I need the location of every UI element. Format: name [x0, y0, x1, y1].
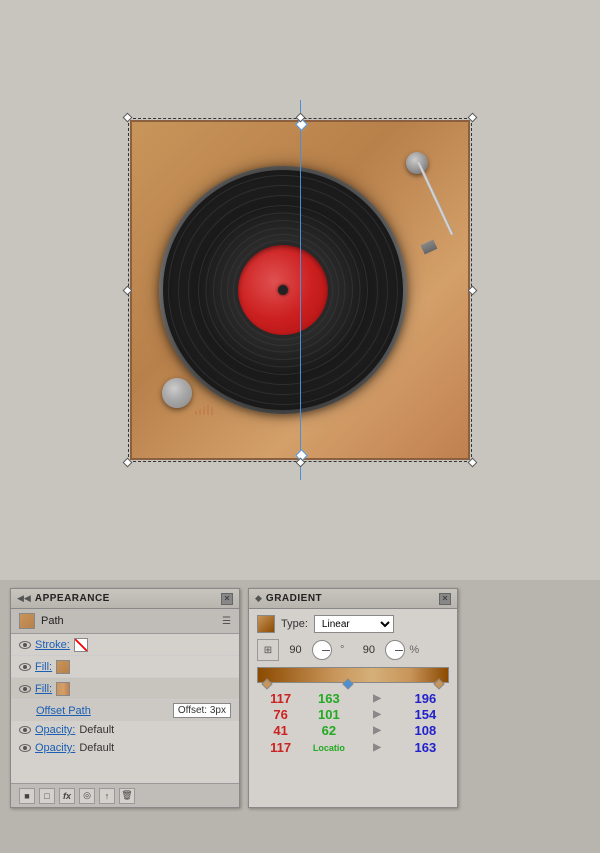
fill-row-2: Fill:	[11, 678, 239, 700]
gradient-options-button[interactable]: ⊞	[257, 639, 279, 661]
stroke-none-swatch[interactable]	[74, 638, 88, 652]
loc-b1: 163	[402, 740, 449, 755]
location-text: Locatio	[305, 740, 352, 755]
arrow-icon-4: ▶	[354, 740, 401, 755]
duplicate-button[interactable]: ◎	[79, 788, 95, 804]
stroke-visibility-icon[interactable]	[19, 641, 31, 649]
stroke-row: Stroke:	[11, 634, 239, 656]
gradient-titlebar: ◆ GRADIENT ✕	[249, 589, 457, 609]
gradient-content: Type: Linear ⊞ 90 ° 90 %	[249, 609, 457, 761]
loc-r1: 117	[257, 740, 304, 755]
opacity-row-2: Opacity: Default	[11, 739, 239, 757]
opacity1-visibility-icon[interactable]	[19, 726, 31, 734]
tonearm-arm	[417, 161, 454, 235]
opacity1-label[interactable]: Opacity:	[35, 724, 75, 736]
path-label: Path	[41, 615, 64, 627]
angle-circle[interactable]	[312, 640, 332, 660]
fx-button[interactable]: fx	[59, 788, 75, 804]
offset-path-link[interactable]: Offset Path	[36, 705, 91, 717]
location-value: 90	[356, 644, 381, 656]
fill1-label[interactable]: Fill:	[35, 661, 52, 673]
fill2-gradient-swatch[interactable]	[56, 682, 70, 696]
appearance-close-button[interactable]: ✕	[221, 593, 233, 605]
location-label: °	[340, 644, 344, 656]
opacity2-value: Default	[79, 742, 114, 754]
fill2-label[interactable]: Fill:	[35, 683, 52, 695]
color-r1: 117	[257, 691, 304, 706]
gradient-type-select[interactable]: Linear	[314, 615, 394, 633]
add-stroke-button[interactable]: □	[39, 788, 55, 804]
opacity2-label[interactable]: Opacity:	[35, 742, 75, 754]
gradient-stop-selected[interactable]	[342, 678, 353, 689]
arrow-icon-2: ▶	[354, 707, 401, 722]
gradient-title: GRADIENT	[266, 593, 322, 604]
color-g3: 62	[305, 723, 352, 738]
arrow-icon-3: ▶	[354, 723, 401, 738]
color-b2: 154	[402, 707, 449, 722]
gradient-stop-left[interactable]	[261, 678, 272, 689]
add-fill-button[interactable]: ■	[19, 788, 35, 804]
path-line	[300, 100, 301, 480]
color-g2: 101	[305, 707, 352, 722]
canvas-area	[0, 0, 600, 580]
gradient-diamond-icon: ◆	[255, 593, 262, 604]
location-circle[interactable]	[385, 640, 405, 660]
color-r2: 76	[257, 707, 304, 722]
fill1-visibility-icon[interactable]	[19, 663, 31, 671]
move-up-button[interactable]: ↑	[99, 788, 115, 804]
titlebar-left: ◀◀ APPEARANCE	[17, 593, 110, 604]
percent-sign: %	[409, 644, 419, 656]
appearance-toolbar: ■ □ fx ◎ ↑ 🗑	[11, 783, 239, 807]
panels-area: ◀◀ APPEARANCE ✕ Path ☰ Stroke: Fill: Fil…	[0, 580, 600, 853]
location-values-grid: 117 Locatio ▶ 163	[257, 740, 449, 755]
gradient-swatch[interactable]	[257, 615, 275, 633]
appearance-header-row: Path ☰	[11, 609, 239, 634]
color-g1: 163	[305, 691, 352, 706]
gradient-panel: ◆ GRADIENT ✕ Type: Linear ⊞ 90 °	[248, 588, 458, 808]
delete-button[interactable]: 🗑	[119, 788, 135, 804]
volume-marks	[194, 400, 214, 415]
offset-path-row: Offset Path Offset: 3px	[11, 700, 239, 721]
opacity2-visibility-icon[interactable]	[19, 744, 31, 752]
opacity1-value: Default	[79, 724, 114, 736]
color-b1: 196	[402, 691, 449, 706]
arrow-icon-1: ▶	[354, 691, 401, 706]
angle-indicator	[322, 650, 330, 651]
color-b3: 108	[402, 723, 449, 738]
appearance-titlebar: ◀◀ APPEARANCE ✕	[11, 589, 239, 609]
gradient-titlebar-left: ◆ GRADIENT	[255, 593, 322, 604]
gradient-type-label: Type:	[281, 618, 308, 630]
gradient-bar[interactable]	[257, 667, 449, 683]
color-values-grid: 117 163 ▶ 196 76 101 ▶ 154 41 62 ▶ 108	[257, 691, 449, 738]
volume-knob	[162, 378, 192, 408]
panel-menu-icon[interactable]: ☰	[222, 616, 231, 627]
fill2-visibility-icon[interactable]	[19, 685, 31, 693]
record-label	[238, 245, 328, 335]
gradient-type-row: Type: Linear	[257, 615, 449, 633]
gradient-controls-row: ⊞ 90 ° 90 %	[257, 639, 449, 661]
fill-row-1: Fill:	[11, 656, 239, 678]
appearance-title: APPEARANCE	[35, 593, 110, 604]
location-indicator	[395, 650, 403, 651]
offset-value: Offset: 3px	[173, 703, 231, 718]
angle-value: 90	[283, 644, 308, 656]
path-color-swatch[interactable]	[19, 613, 35, 629]
turntable-artwork	[130, 120, 470, 460]
collapse-arrows-icon[interactable]: ◀◀	[17, 593, 31, 604]
gradient-stop-right[interactable]	[433, 678, 444, 689]
tonearm	[358, 152, 438, 252]
opacity-row-1: Opacity: Default	[11, 721, 239, 739]
color-r3: 41	[257, 723, 304, 738]
gradient-close-button[interactable]: ✕	[439, 593, 451, 605]
tonearm-head	[421, 240, 438, 255]
stroke-label[interactable]: Stroke:	[35, 639, 70, 651]
gradient-bar-container	[257, 667, 449, 683]
fill1-swatch[interactable]	[56, 660, 70, 674]
appearance-panel: ◀◀ APPEARANCE ✕ Path ☰ Stroke: Fill: Fil…	[10, 588, 240, 808]
